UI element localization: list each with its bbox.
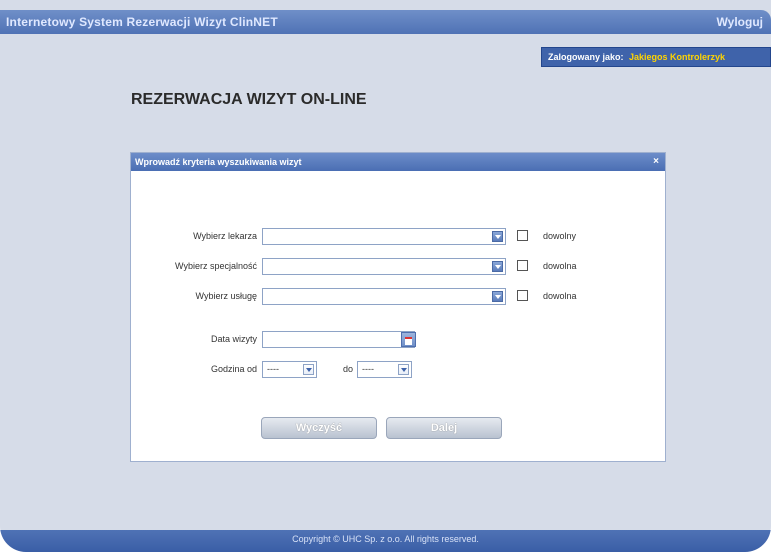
chevron-down-icon[interactable]	[303, 364, 314, 375]
doctor-any-checkbox[interactable]	[517, 230, 528, 241]
clear-button[interactable]: Wyczyść	[261, 417, 377, 439]
hour-from-value: ----	[267, 364, 279, 374]
doctor-label: Wybierz lekarza	[193, 231, 257, 241]
close-icon[interactable]: ×	[653, 153, 659, 171]
login-label: Zalogowany jako:	[548, 52, 624, 62]
hour-to-label: do	[343, 364, 354, 374]
chevron-down-icon[interactable]	[492, 291, 503, 302]
login-status: Zalogowany jako: Jakiegos Kontrolerzyk	[541, 47, 771, 67]
service-select[interactable]	[262, 288, 506, 305]
calendar-icon[interactable]	[401, 332, 416, 347]
hour-row: Godzina od ---- do ----	[131, 361, 665, 381]
service-row: Wybierz usługę dowolna	[131, 288, 665, 308]
panel-body: Wybierz lekarza dowolny Wybierz specjaln…	[131, 172, 665, 461]
logout-link[interactable]: Wyloguj	[717, 15, 763, 29]
app-title: Internetowy System Rezerwacji Wizyt Clin…	[6, 15, 278, 29]
date-input[interactable]	[262, 331, 415, 348]
button-row: Wyczyść Dalej	[131, 417, 665, 439]
specialty-row: Wybierz specjalność dowolna	[131, 258, 665, 278]
chevron-down-icon[interactable]	[492, 231, 503, 242]
chevron-down-icon[interactable]	[398, 364, 409, 375]
page-title: REZERWACJA WIZYT ON-LINE	[131, 91, 367, 108]
specialty-any-checkbox[interactable]	[517, 260, 528, 271]
hour-from-select[interactable]: ----	[262, 361, 317, 378]
footer-copyright: Copyright © UHC Sp. z o.o. All rights re…	[0, 530, 771, 552]
search-criteria-panel: Wprowadź kryteria wyszukiwania wizyt × W…	[130, 152, 666, 462]
hour-to-select[interactable]: ----	[357, 361, 412, 378]
top-bar: Internetowy System Rezerwacji Wizyt Clin…	[0, 10, 771, 34]
specialty-label: Wybierz specjalność	[175, 261, 257, 271]
service-any-checkbox[interactable]	[517, 290, 528, 301]
panel-header-title: Wprowadź kryteria wyszukiwania wizyt	[135, 157, 302, 167]
next-button[interactable]: Dalej	[386, 417, 502, 439]
hour-to-value: ----	[362, 364, 374, 374]
app-frame: Internetowy System Rezerwacji Wizyt Clin…	[0, 0, 771, 552]
date-label: Data wizyty	[210, 334, 257, 344]
service-any-label: dowolna	[543, 291, 577, 301]
hour-label: Godzina od	[210, 364, 257, 374]
logged-user-name: Jakiegos Kontrolerzyk	[629, 52, 726, 62]
panel-header: Wprowadź kryteria wyszukiwania wizyt ×	[131, 153, 665, 171]
specialty-select[interactable]	[262, 258, 506, 275]
specialty-any-label: dowolna	[543, 261, 577, 271]
doctor-any-label: dowolny	[543, 231, 577, 241]
date-row: Data wizyty	[131, 331, 665, 351]
service-label: Wybierz usługę	[195, 291, 257, 301]
chevron-down-icon[interactable]	[492, 261, 503, 272]
doctor-row: Wybierz lekarza dowolny	[131, 228, 665, 248]
doctor-select[interactable]	[262, 228, 506, 245]
